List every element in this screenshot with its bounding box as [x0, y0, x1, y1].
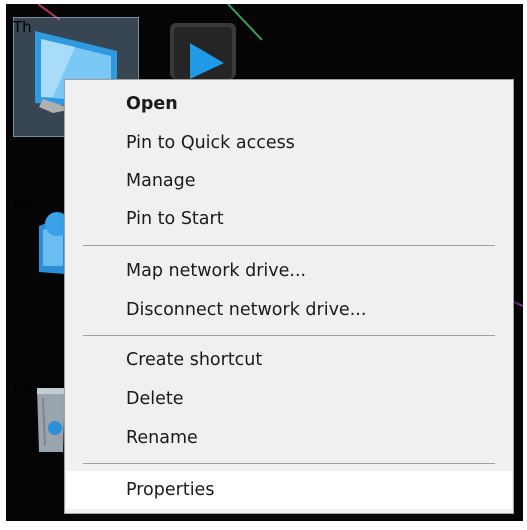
menu-item-map-network-drive[interactable]: Map network drive... — [66, 252, 512, 290]
menu-item-manage[interactable]: Manage — [66, 162, 512, 200]
menu-item-properties[interactable]: Properties — [66, 471, 512, 509]
screenshot-border — [0, 0, 527, 4]
desktop: Th Ne Recy Open Pin to Quick access Mana — [0, 0, 527, 530]
screenshot-border — [0, 521, 527, 530]
menu-item-pin-to-quick-access[interactable]: Pin to Quick access — [66, 124, 512, 162]
menu-separator — [83, 245, 495, 246]
menu-item-pin-to-start[interactable]: Pin to Start — [66, 200, 512, 238]
menu-item-delete[interactable]: Delete — [66, 380, 512, 418]
menu-separator — [83, 463, 495, 464]
screenshot-border — [523, 0, 527, 530]
menu-item-open[interactable]: Open — [66, 85, 512, 123]
context-menu: Open Pin to Quick access Manage Pin to S… — [64, 79, 514, 514]
media-player-desktop-icon[interactable] — [166, 17, 246, 79]
menu-item-rename[interactable]: Rename — [66, 419, 512, 457]
menu-item-disconnect-network-drive[interactable]: Disconnect network drive... — [66, 291, 512, 329]
menu-separator — [83, 335, 495, 336]
screenshot-border — [0, 0, 6, 530]
menu-item-create-shortcut[interactable]: Create shortcut — [66, 341, 512, 379]
media-player-icon — [170, 23, 236, 79]
